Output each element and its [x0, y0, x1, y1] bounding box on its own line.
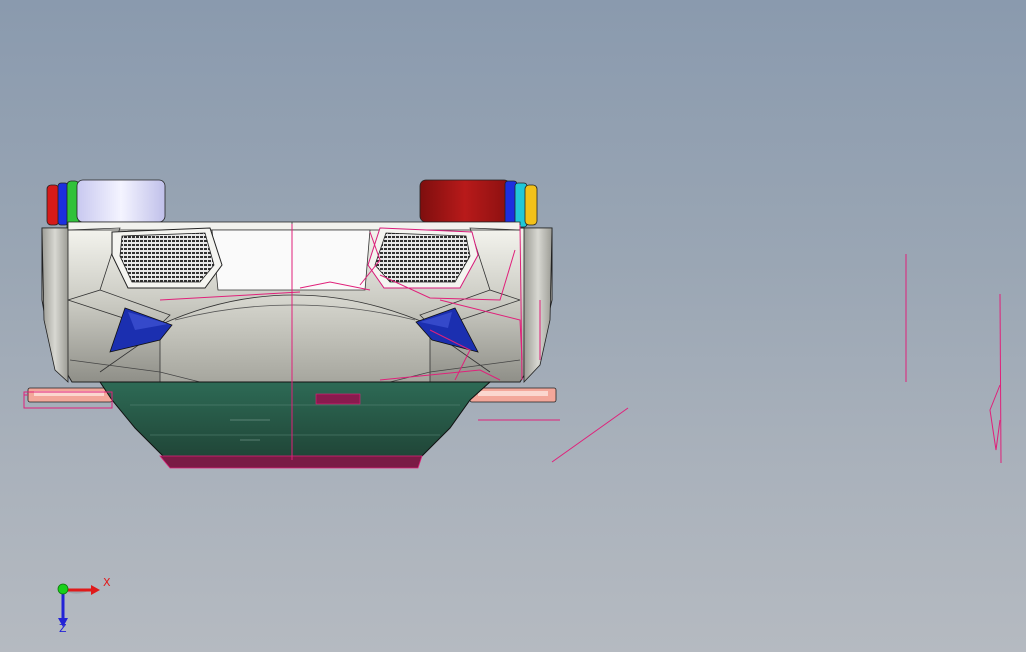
underside: [99, 381, 492, 469]
coordinate-triad: X Z: [57, 576, 111, 635]
graphics-viewport[interactable]: X Z: [0, 0, 1026, 652]
right-skirt: [469, 387, 557, 403]
3d-model-view[interactable]: X Z: [0, 0, 1026, 652]
y-axis-dot: [57, 583, 69, 595]
left-grille: [111, 227, 223, 289]
right-grille: [367, 227, 479, 289]
x-axis-label: X: [103, 576, 111, 589]
left-skirt: [27, 387, 113, 403]
x-axis-arrow: [91, 585, 100, 595]
z-axis-label: Z: [59, 622, 67, 635]
